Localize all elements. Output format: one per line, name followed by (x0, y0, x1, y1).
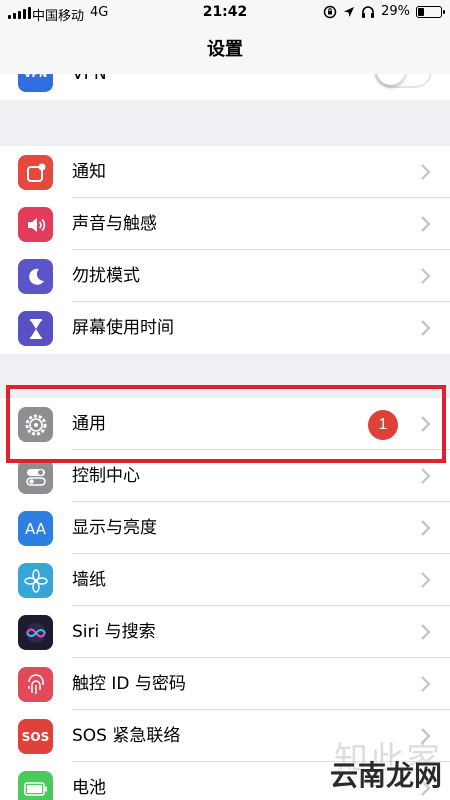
row-label: 屏幕使用时间 (72, 318, 174, 338)
siri-icon (18, 615, 53, 650)
row-label: Siri 与搜索 (72, 622, 156, 642)
settings-row-general[interactable]: 通用 1 (0, 398, 450, 450)
flower-icon (18, 563, 53, 598)
aa-icon: AA (18, 511, 53, 546)
settings-group-1: 通知 声音与触感 勿扰模式 屏幕使用时间 (0, 146, 450, 354)
row-label: 电池 (72, 778, 106, 798)
chevron-right-icon (421, 320, 431, 336)
speaker-icon (18, 207, 53, 242)
gear-icon (18, 407, 53, 442)
status-bar-overlay: 中国移动 4G 21:42 29% (0, 0, 450, 26)
rotation-lock-icon (323, 5, 337, 18)
hourglass-icon (18, 311, 53, 346)
settings-row-screen-time[interactable]: 屏幕使用时间 (0, 302, 450, 354)
battery-percent: 29% (381, 4, 410, 19)
row-label: 墙纸 (72, 570, 106, 590)
watermark-bottom-text: 云南龙网 (329, 759, 442, 792)
chevron-right-icon (421, 468, 431, 484)
moon-icon (18, 259, 53, 294)
chevron-right-icon (421, 164, 431, 180)
settings-row-touch-id[interactable]: 触控 ID 与密码 (0, 658, 450, 710)
headphones-icon (362, 6, 375, 18)
settings-row-notifications[interactable]: 通知 (0, 146, 450, 198)
settings-row-sounds[interactable]: 声音与触感 (0, 198, 450, 250)
row-label: 声音与触感 (72, 214, 157, 234)
row-label: 通用 (72, 414, 106, 434)
settings-row-siri[interactable]: Siri 与搜索 (0, 606, 450, 658)
chevron-right-icon (421, 572, 431, 588)
settings-row-wallpaper[interactable]: 墙纸 (0, 554, 450, 606)
location-icon (344, 6, 355, 17)
switches-icon (18, 459, 53, 494)
chevron-right-icon (421, 416, 431, 432)
settings-row-display[interactable]: AA 显示与亮度 (0, 502, 450, 554)
chevron-right-icon (421, 216, 431, 232)
sos-icon: SOS (18, 719, 53, 754)
watermark: 知此家 云南龙网 (330, 732, 442, 792)
notification-icon (18, 155, 53, 190)
update-badge: 1 (368, 410, 398, 440)
row-label: 控制中心 (72, 466, 140, 486)
row-label: 通知 (72, 162, 106, 182)
row-label: 勿扰模式 (72, 266, 140, 286)
settings-row-control-center[interactable]: 控制中心 (0, 450, 450, 502)
page-title-overlay: 设置 (207, 39, 243, 60)
row-label: 显示与亮度 (72, 518, 157, 538)
navigation-bar-overlay: 设置 (0, 26, 450, 74)
settings-row-do-not-disturb[interactable]: 勿扰模式 (0, 250, 450, 302)
fingerprint-icon (18, 667, 53, 702)
chevron-right-icon (421, 520, 431, 536)
chevron-right-icon (421, 268, 431, 284)
battery-indicator-icon (416, 5, 445, 18)
chevron-right-icon (421, 676, 431, 692)
chevron-right-icon (421, 624, 431, 640)
row-label: SOS 紧急联络 (72, 726, 181, 746)
row-label: 触控 ID 与密码 (72, 674, 186, 694)
battery-icon (18, 771, 53, 800)
